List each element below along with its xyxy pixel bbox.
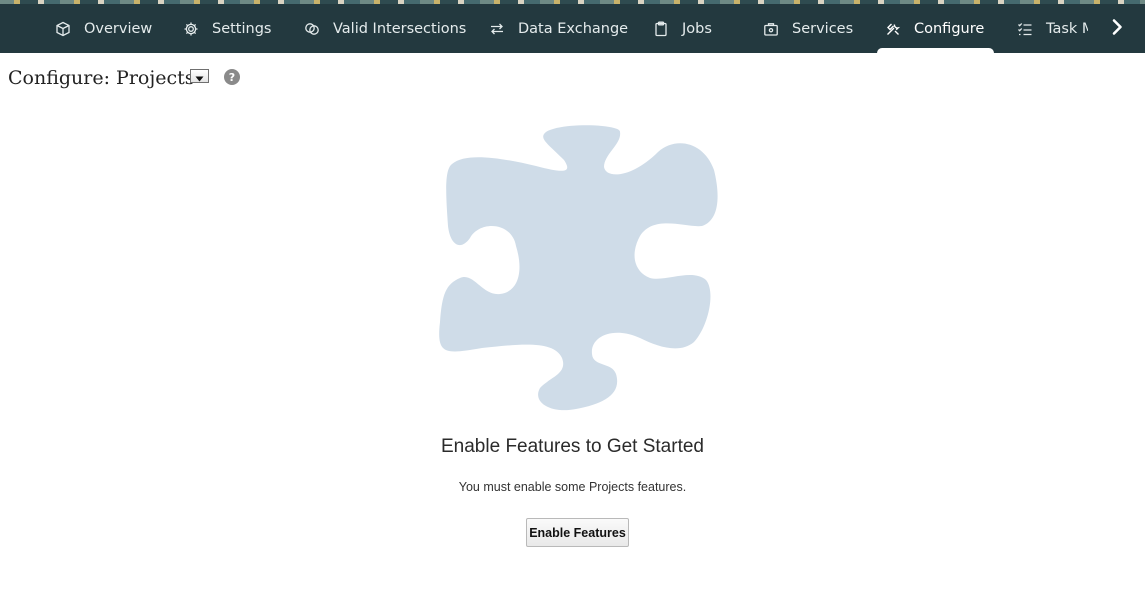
tab-valid-intersections[interactable]: Valid Intersections	[304, 4, 466, 53]
page-title: Configure: Projects	[8, 67, 195, 89]
exchange-arrows-icon	[489, 21, 505, 37]
tab-overview[interactable]: Overview	[55, 4, 152, 53]
tab-task-manager[interactable]: Task M	[1017, 4, 1088, 53]
tab-settings[interactable]: Settings	[183, 4, 271, 53]
tab-settings-label: Settings	[212, 20, 272, 37]
tab-services[interactable]: Services	[763, 4, 853, 53]
caret-down-icon	[195, 67, 204, 86]
intersection-icon	[304, 21, 320, 37]
briefcase-icon	[763, 21, 779, 37]
clipboard-icon	[653, 21, 669, 37]
empty-state-message: You must enable some Projects features.	[458, 480, 687, 494]
empty-state-heading: Enable Features to Get Started	[441, 436, 704, 457]
gear-icon	[183, 21, 199, 37]
tab-jobs-label: Jobs	[682, 20, 712, 37]
tools-icon	[885, 21, 901, 37]
puzzle-piece-illustration	[439, 125, 718, 411]
nav-scroll-next-button[interactable]	[1088, 4, 1145, 53]
tab-data-exchange-label: Data Exchange	[518, 20, 629, 37]
chevron-right-icon	[1110, 18, 1124, 40]
nav-tabs: Overview Settings Valid Intersections Da…	[0, 4, 1088, 53]
task-list-icon	[1017, 21, 1033, 37]
tab-services-label: Services	[792, 20, 854, 37]
title-menu-dropdown[interactable]	[190, 69, 209, 83]
tab-configure[interactable]: Configure	[876, 4, 995, 53]
tab-data-exchange[interactable]: Data Exchange	[489, 4, 628, 53]
top-navigation: Overview Settings Valid Intersections Da…	[0, 4, 1145, 53]
tab-valid-intersections-label: Valid Intersections	[333, 20, 467, 37]
help-icon[interactable]: ?	[224, 69, 240, 85]
tab-configure-label: Configure	[914, 20, 985, 37]
tab-jobs[interactable]: Jobs	[653, 4, 712, 53]
tab-task-manager-label: Task M	[1046, 20, 1088, 37]
tab-overview-label: Overview	[84, 20, 153, 37]
enable-features-button[interactable]: Enable Features	[526, 518, 629, 547]
cube-icon	[55, 21, 71, 37]
